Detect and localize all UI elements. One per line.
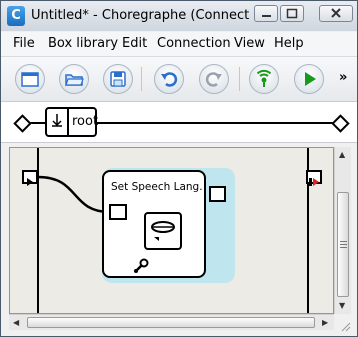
box-title: Set Speech Lang. [111, 181, 203, 193]
undo-icon [161, 72, 178, 87]
horizontal-scroll-thumb[interactable] [27, 317, 315, 328]
menu-help[interactable]: Help [274, 36, 304, 51]
breadcrumb-divider [67, 109, 69, 135]
connect-wifi-icon [256, 69, 272, 87]
speech-lips-icon [151, 221, 175, 241]
choregraphe-window: C Untitled* - Choregraphe (Connected to.… [0, 0, 358, 337]
new-window-icon [21, 72, 39, 87]
scroll-down-arrow-icon[interactable]: ▼ [339, 301, 345, 311]
maximize-icon [286, 8, 298, 19]
box-input-port[interactable] [109, 204, 127, 220]
redo-button[interactable] [199, 64, 229, 94]
menu-view[interactable]: View [234, 36, 265, 51]
breadcrumb-end-handle[interactable] [331, 114, 350, 133]
grip-line [340, 241, 347, 242]
box-output-port[interactable] [209, 186, 226, 202]
close-icon [331, 8, 341, 18]
save-button[interactable] [103, 64, 133, 94]
window-title: Untitled* - Choregraphe (Connected to... [31, 8, 249, 23]
minimize-button[interactable] [254, 5, 278, 22]
set-speech-language-box[interactable]: Set Speech Lang. [102, 170, 206, 278]
timeline-anchor-icon [52, 114, 62, 127]
menu-connection[interactable]: Connection [157, 36, 231, 51]
title-bar[interactable]: C Untitled* - Choregraphe (Connected to.… [1, 1, 357, 31]
new-window-button[interactable] [15, 64, 45, 94]
play-button[interactable] [294, 64, 324, 94]
redo-icon [205, 72, 222, 87]
close-button[interactable] [319, 5, 353, 22]
open-folder-icon [65, 74, 84, 86]
app-icon: C [7, 6, 25, 26]
open-button[interactable] [59, 64, 89, 94]
toolbar-separator [239, 67, 240, 91]
breadcrumb: root [1, 102, 357, 143]
play-icon [305, 72, 316, 86]
save-icon [110, 71, 126, 87]
maximize-button[interactable] [280, 5, 304, 22]
toolbar: » [1, 57, 357, 102]
breadcrumb-start-handle[interactable] [13, 114, 32, 133]
menu-bar: File Box library Edit Connection View He… [1, 32, 357, 57]
resize-grip-icon[interactable] [338, 319, 352, 333]
toolbar-overflow-button[interactable]: » [339, 70, 347, 85]
connect-button[interactable] [249, 64, 279, 94]
vertical-scroll-thumb[interactable] [337, 192, 349, 297]
toolbar-separator [141, 67, 142, 91]
horizontal-scrollbar[interactable]: ◀ ▶ [9, 314, 334, 330]
breadcrumb-root[interactable]: root [45, 107, 99, 137]
scroll-right-arrow-icon[interactable]: ▶ [322, 318, 328, 328]
menu-file[interactable]: File [13, 36, 35, 51]
grip-line [340, 247, 347, 248]
menu-box-library[interactable]: Box library [48, 36, 118, 51]
flow-diagram-canvas[interactable]: Set Speech Lang. [9, 147, 334, 314]
wrench-icon[interactable] [133, 258, 149, 274]
scroll-left-arrow-icon[interactable]: ◀ [13, 318, 19, 328]
minimize-icon [262, 15, 271, 17]
undo-button[interactable] [154, 64, 184, 94]
scroll-up-arrow-icon[interactable]: ▲ [339, 150, 345, 160]
box-icon-frame [144, 212, 182, 250]
menu-edit[interactable]: Edit [122, 36, 147, 51]
breadcrumb-label: root [72, 114, 99, 129]
grip-line [340, 244, 347, 245]
vertical-scrollbar[interactable]: ▲ ▼ [334, 147, 351, 314]
